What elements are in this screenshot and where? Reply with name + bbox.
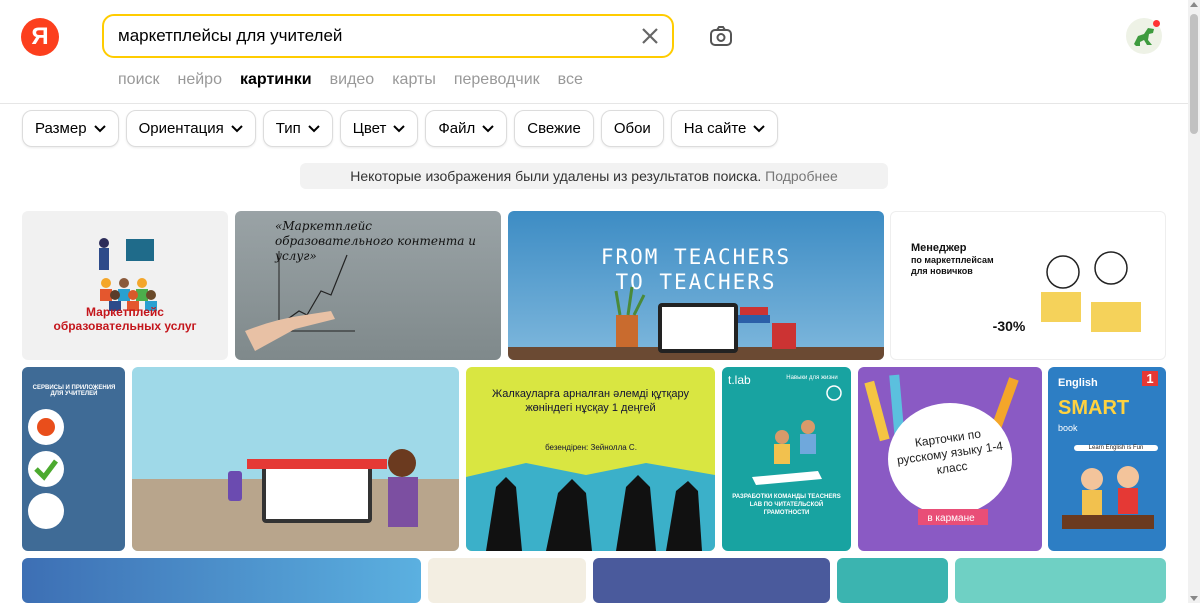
filter-wallpapers[interactable]: Обои: [600, 110, 664, 147]
tab-translate[interactable]: переводчик: [454, 70, 540, 90]
image-result[interactable]: FROM TEACHERS TO TEACHERS: [508, 211, 884, 360]
chevron-down-icon: [393, 124, 406, 132]
filter-label: Размер: [35, 120, 87, 137]
search-box[interactable]: [102, 14, 674, 58]
chevron-down-icon: [308, 124, 320, 132]
filter-fresh[interactable]: Свежие: [514, 110, 594, 147]
header: Я поиск нейро картинки видео карты перев…: [0, 0, 1188, 104]
desk-illustration: [508, 286, 884, 360]
filter-bar: Размер Ориентация Тип Цвет Файл Свежие О…: [22, 110, 785, 147]
chevron-down-icon: [753, 124, 766, 132]
page-scrollbar[interactable]: [1188, 0, 1200, 603]
image-result[interactable]: Карточки по русскому языку 1-4 класс в к…: [858, 367, 1042, 551]
filter-label: Свежие: [527, 120, 581, 137]
scroll-down-arrow[interactable]: [1190, 596, 1198, 601]
notice-text: Некоторые изображения были удалены из ре…: [350, 168, 762, 184]
notification-dot: [1153, 20, 1160, 27]
image-result[interactable]: [132, 367, 459, 551]
image-badge: в кармане: [927, 513, 975, 524]
chevron-down-icon: [93, 124, 106, 132]
image-result[interactable]: СЕРВИСЫ И ПРИЛОЖЕНИЯ ДЛЯ УЧИТЕЛЕЙ: [22, 367, 125, 551]
camera-search-icon[interactable]: [707, 22, 735, 50]
filter-file[interactable]: Файл: [425, 110, 508, 147]
online-store-illustration: [132, 449, 459, 551]
tab-all[interactable]: все: [558, 70, 583, 90]
image-result[interactable]: Менеджер по маркетплейсам для новичков -…: [890, 211, 1166, 360]
image-caption: Маркетплейс образовательных услуг: [53, 305, 197, 333]
image-result[interactable]: [428, 558, 586, 603]
scroll-up-arrow[interactable]: [1190, 2, 1198, 7]
chevron-down-icon: [231, 124, 243, 132]
image-result[interactable]: [955, 558, 1166, 603]
service-icons: [28, 409, 64, 529]
search-input[interactable]: [118, 24, 618, 48]
filter-on-site[interactable]: На сайте: [670, 110, 779, 147]
scrollbar-thumb[interactable]: [1190, 14, 1198, 134]
superhero-silhouettes: [466, 463, 715, 551]
tab-search[interactable]: поиск: [118, 70, 160, 90]
filter-label: На сайте: [683, 120, 747, 137]
search-tabs: поиск нейро картинки видео карты перевод…: [118, 70, 601, 90]
kids-at-desk-illustration: [1062, 466, 1154, 529]
filter-orientation[interactable]: Ориентация: [125, 110, 256, 147]
filter-color[interactable]: Цвет: [339, 110, 419, 147]
filter-label: Ориентация: [138, 120, 224, 137]
tab-video[interactable]: видео: [330, 70, 375, 90]
tab-maps[interactable]: карты: [392, 70, 436, 90]
image-result[interactable]: «Маркетплейс образовательного контента и…: [235, 211, 501, 360]
user-avatar[interactable]: [1126, 18, 1162, 54]
yandex-logo[interactable]: Я: [21, 18, 59, 56]
filter-label: Файл: [438, 120, 476, 137]
person-laptop-illustration: [1041, 251, 1141, 332]
filter-size[interactable]: Размер: [22, 110, 119, 147]
image-result[interactable]: [22, 558, 421, 603]
chevron-down-icon: [482, 124, 494, 132]
image-result[interactable]: [837, 558, 948, 603]
removed-results-notice: Некоторые изображения были удалены из ре…: [300, 163, 888, 189]
growth-chart-drawing: [245, 251, 355, 351]
tab-images[interactable]: картинки: [240, 70, 312, 90]
image-result[interactable]: English SMART book 1 Learn English is Fu…: [1048, 367, 1166, 551]
filter-type[interactable]: Тип: [262, 110, 333, 147]
image-result[interactable]: t.lab Навыки для жизни РАЗРАБОТКИ КОМАНД…: [722, 367, 851, 551]
image-result[interactable]: [593, 558, 830, 603]
filter-label: Обои: [613, 120, 651, 137]
filter-label: Цвет: [352, 120, 387, 137]
tab-neuro[interactable]: нейро: [178, 70, 222, 90]
image-result[interactable]: Маркетплейс образовательных услуг: [22, 211, 228, 360]
clear-icon[interactable]: [638, 24, 662, 48]
kids-reading-illustration: [752, 385, 842, 485]
notice-more-link[interactable]: Подробнее: [765, 168, 838, 184]
filter-label: Тип: [275, 120, 301, 137]
image-result[interactable]: Жалкауларға арналған әлемді құтқару жөні…: [466, 367, 715, 551]
